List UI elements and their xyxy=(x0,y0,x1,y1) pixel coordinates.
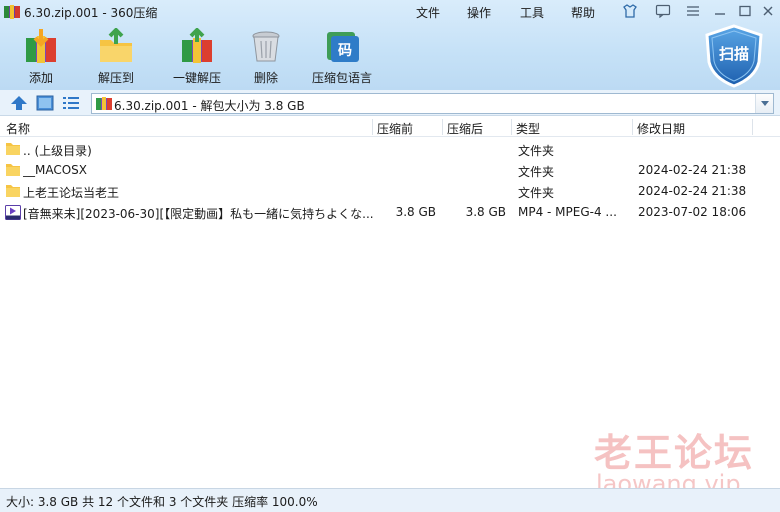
menu-operate[interactable]: 操作 xyxy=(467,4,491,21)
scan-label: 扫描 xyxy=(718,45,749,63)
status-text: 大小: 3.8 GB 共 12 个文件和 3 个文件夹 压缩率 100.0% xyxy=(6,495,318,509)
table-row[interactable]: [音無来未][2023-06-30][【限定動画】私も一緒に気持ちよくな... … xyxy=(0,202,780,223)
menu-file[interactable]: 文件 xyxy=(416,4,440,21)
column-header: 名称 压缩前 压缩后 类型 修改日期 xyxy=(0,117,780,137)
column-divider[interactable] xyxy=(442,119,443,135)
column-divider[interactable] xyxy=(511,119,512,135)
navigation-bar: 6.30.zip.001 - 解包大小为 3.8 GB xyxy=(0,90,780,116)
minimize-icon[interactable] xyxy=(712,4,728,18)
add-button-label: 添加 xyxy=(28,71,53,85)
archive-language-button[interactable]: 码 压缩包语言 xyxy=(305,28,379,88)
add-archive-icon xyxy=(26,29,56,63)
scan-button[interactable]: 扫描 xyxy=(703,24,765,88)
column-name[interactable]: 名称 xyxy=(6,120,30,137)
title-bar: 6.30.zip.001 - 360压缩 文件 操作 工具 帮助 xyxy=(0,0,780,24)
video-file-icon xyxy=(5,205,21,220)
close-icon[interactable] xyxy=(760,4,776,18)
one-click-extract-icon xyxy=(182,28,212,63)
maximize-icon[interactable] xyxy=(737,4,753,18)
file-type: 文件夹 xyxy=(518,144,555,158)
file-type: 文件夹 xyxy=(518,186,555,200)
thumbnail-view-icon[interactable] xyxy=(36,95,54,111)
file-name: 上老王论坛当老王 xyxy=(23,186,120,200)
list-view-icon[interactable] xyxy=(62,95,80,111)
path-dropdown-button[interactable] xyxy=(755,94,773,113)
file-packed-size: 3.8 GB xyxy=(465,205,506,219)
archive-icon xyxy=(96,97,112,110)
watermark-title: 老王论坛 xyxy=(594,431,755,475)
file-modified: 2023-07-02 18:06 xyxy=(638,205,747,219)
column-divider[interactable] xyxy=(372,119,373,135)
menu-tools[interactable]: 工具 xyxy=(520,4,544,21)
file-type: MP4 - MPEG-4 ... xyxy=(518,205,617,219)
table-row[interactable]: 上老王论坛当老王 文件夹 2024-02-24 21:38 xyxy=(0,181,780,202)
file-type: 文件夹 xyxy=(518,165,555,179)
status-bar: 大小: 3.8 GB 共 12 个文件和 3 个文件夹 压缩率 100.0% xyxy=(0,488,780,512)
menu-lines-icon[interactable] xyxy=(685,4,701,18)
file-name: __MACOSX xyxy=(23,163,88,177)
archive-language-icon: 码 xyxy=(327,32,359,62)
column-size[interactable]: 压缩前 xyxy=(377,120,413,137)
column-packed[interactable]: 压缩后 xyxy=(447,120,483,137)
one-click-extract-button-label: 一键解压 xyxy=(172,71,221,85)
file-size: 3.8 GB xyxy=(395,205,436,219)
file-modified: 2024-02-24 21:38 xyxy=(638,184,747,198)
column-type[interactable]: 类型 xyxy=(516,120,540,137)
delete-button-label: 删除 xyxy=(253,71,278,85)
folder-icon xyxy=(6,164,20,176)
file-name: .. (上级目录) xyxy=(23,144,92,158)
column-modified[interactable]: 修改日期 xyxy=(637,120,685,137)
file-name: [音無来未][2023-06-30][【限定動画】私も一緒に気持ちよくな... xyxy=(23,207,373,221)
column-divider[interactable] xyxy=(632,119,633,135)
menu-help[interactable]: 帮助 xyxy=(571,4,595,21)
extract-to-button[interactable]: 解压到 xyxy=(80,28,152,88)
up-arrow-icon[interactable] xyxy=(10,95,28,111)
table-row[interactable]: __MACOSX 文件夹 2024-02-24 21:38 xyxy=(0,160,780,181)
skin-icon[interactable] xyxy=(622,4,638,18)
archive-language-button-label: 压缩包语言 xyxy=(311,71,372,85)
path-field[interactable]: 6.30.zip.001 - 解包大小为 3.8 GB xyxy=(91,93,774,114)
path-text: 6.30.zip.001 - 解包大小为 3.8 GB xyxy=(114,99,305,113)
one-click-extract-button[interactable]: 一键解压 xyxy=(161,28,233,88)
extract-to-icon xyxy=(100,28,132,62)
language-glyph: 码 xyxy=(338,43,352,59)
top-chrome: 6.30.zip.001 - 360压缩 文件 操作 工具 帮助 添加 解压到 … xyxy=(0,0,780,90)
extract-to-button-label: 解压到 xyxy=(97,71,134,85)
table-row[interactable]: .. (上级目录) 文件夹 xyxy=(0,139,780,160)
window-title: 6.30.zip.001 - 360压缩 xyxy=(24,6,158,20)
column-divider[interactable] xyxy=(752,119,753,135)
folder-icon xyxy=(6,185,20,197)
folder-icon xyxy=(6,143,20,155)
app-archive-icon xyxy=(4,5,20,19)
feedback-icon[interactable] xyxy=(655,4,671,18)
add-button[interactable]: 添加 xyxy=(5,28,77,88)
delete-icon xyxy=(252,31,280,62)
delete-button[interactable]: 删除 xyxy=(230,28,302,88)
file-modified: 2024-02-24 21:38 xyxy=(638,163,747,177)
